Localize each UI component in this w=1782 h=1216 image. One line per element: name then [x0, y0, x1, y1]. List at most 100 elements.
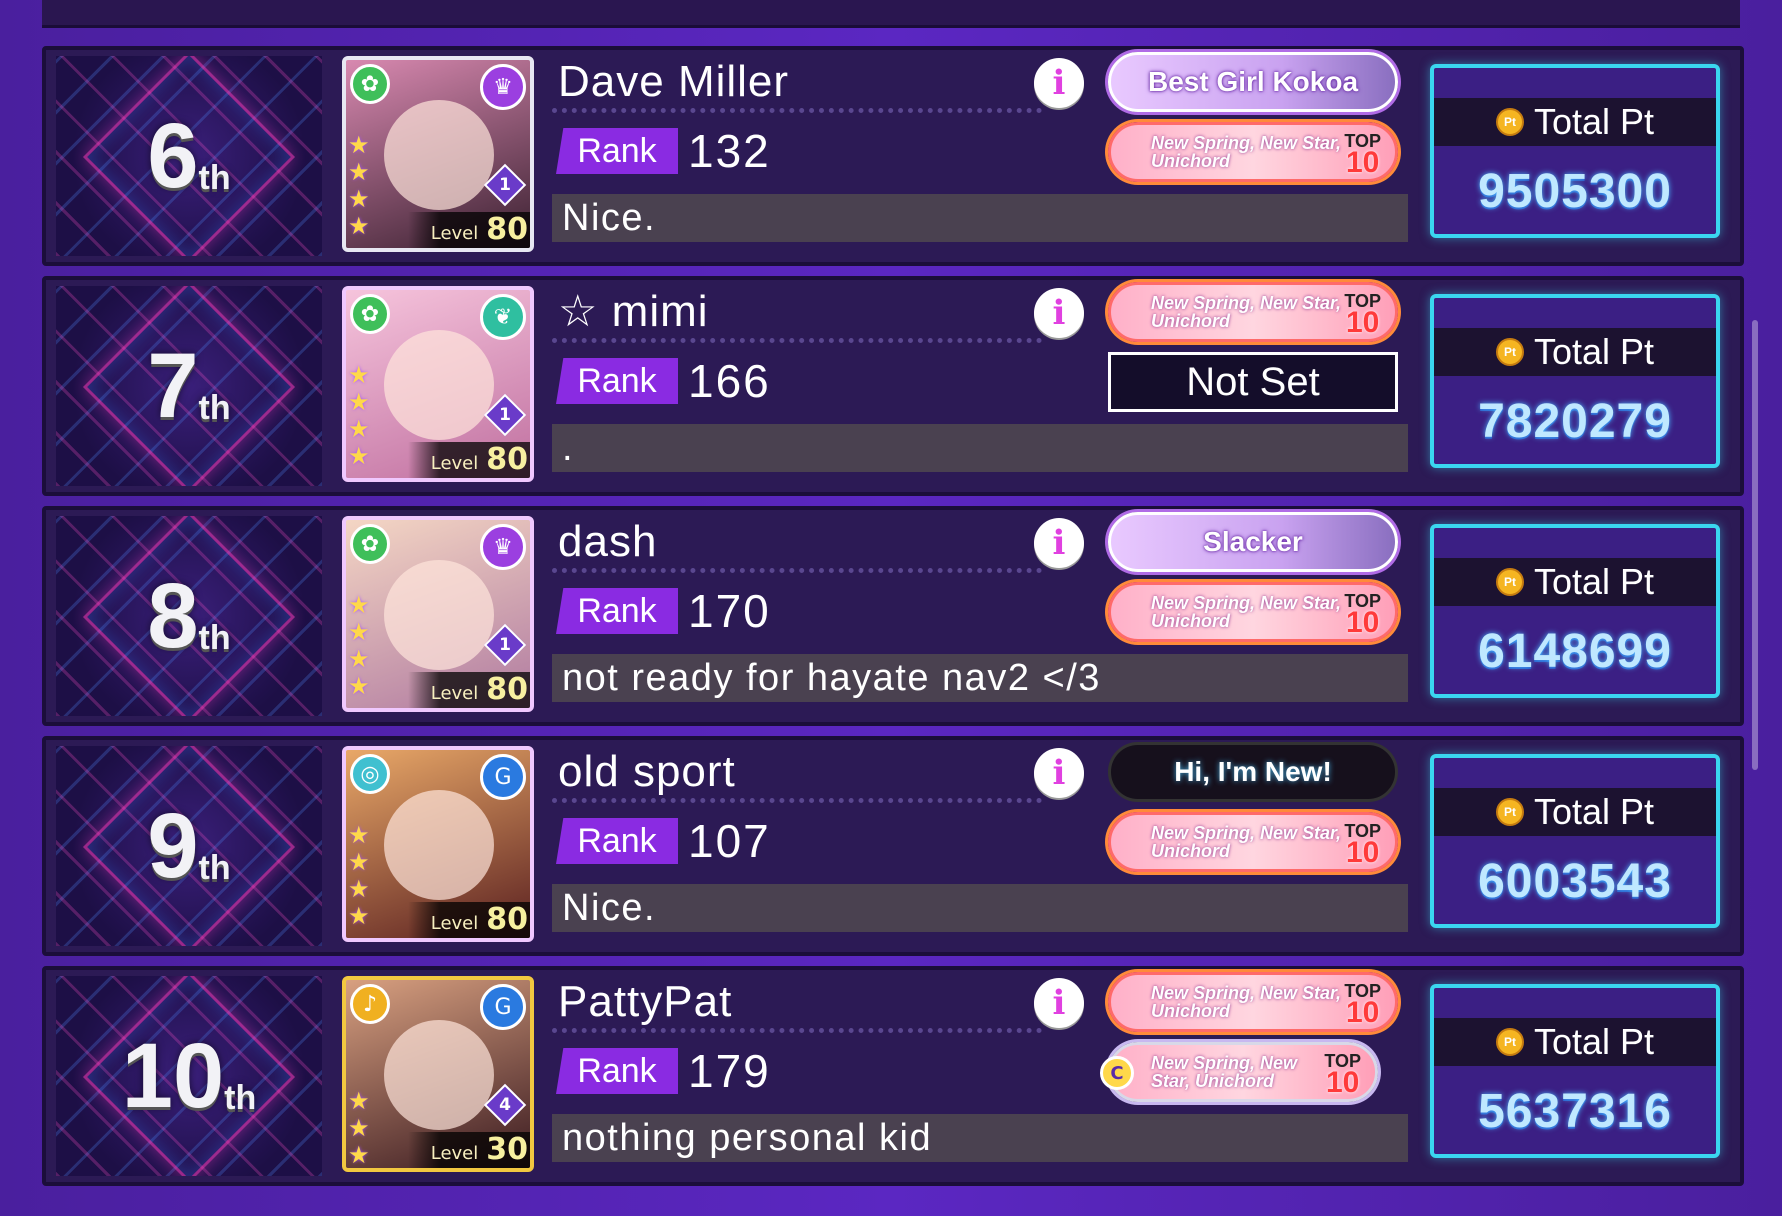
divider: [552, 1028, 1042, 1033]
star-icon: ★: [348, 442, 370, 470]
rarity-stars: ★ ★ ★ ★: [348, 132, 376, 240]
rank-position: 8 th: [56, 516, 322, 716]
rank-panel: 8 th: [56, 516, 322, 716]
title-text: Hi, I'm New!: [1174, 756, 1332, 787]
player-name: PattyPat: [558, 977, 733, 1026]
event-pt-coin-icon: Pt: [1495, 568, 1524, 596]
rank-label: Rank: [556, 1048, 678, 1094]
total-pt-label: Total Pt: [1533, 331, 1655, 372]
star-icon: ★: [348, 848, 370, 876]
rank-panel: 6 th: [56, 56, 322, 256]
player-comment: Nice.: [552, 884, 1408, 932]
info-icon[interactable]: i: [1034, 978, 1084, 1028]
level-label: Level: [430, 1143, 479, 1164]
total-pt-value: 9505300: [1478, 165, 1672, 218]
total-pt-value: 6003543: [1478, 855, 1672, 908]
band-icon: G: [480, 754, 526, 800]
player-comment: not ready for hayate nav2 </3: [552, 654, 1408, 702]
ranking-row[interactable]: 10 th ♪ G ★ ★ ★ 4 Level 30 PattyPat i Rank…: [42, 966, 1744, 1186]
character-portrait: [384, 1020, 494, 1130]
ranking-row[interactable]: 9 th ◎ G ★ ★ ★ ★ Level 80 old sport i Rank …: [42, 736, 1744, 956]
card-level: Level 80: [408, 442, 530, 478]
rank-place-number: 10: [121, 1024, 225, 1127]
ranking-row[interactable]: 7 th ✿ ❦ ★ ★ ★ ★ 1 Level 80 ☆ mimi i Rank 1…: [42, 276, 1744, 496]
event-title-badge: New Spring, New Star, Unichord TOP 10: [1108, 582, 1398, 642]
rank-label: Rank: [556, 128, 678, 174]
rank-place-suffix: th: [198, 158, 231, 197]
star-icon: ★: [348, 1114, 370, 1142]
star-icon: ★: [348, 875, 370, 903]
info-icon[interactable]: i: [1034, 748, 1084, 798]
attribute-icon: ♪: [350, 984, 390, 1024]
divider: [552, 108, 1042, 113]
training-level: 1: [499, 405, 511, 425]
title-slot-1: Best Girl Kokoa: [1108, 52, 1398, 112]
scrollbar[interactable]: [1752, 320, 1758, 770]
star-icon: ★: [348, 1141, 370, 1169]
info-icon[interactable]: i: [1034, 288, 1084, 338]
title-slot-1: Slacker: [1108, 512, 1398, 572]
rank-position: 9 th: [56, 746, 322, 946]
event-name: New Spring, New Star, Unichord: [1151, 293, 1342, 331]
member-card[interactable]: ◎ G ★ ★ ★ ★ Level 80: [342, 746, 534, 942]
training-level: 1: [499, 635, 511, 655]
star-icon: ★: [348, 415, 370, 443]
ranking-row[interactable]: 6 th ✿ ♛ ★ ★ ★ ★ 1 Level 80 Dave Miller i R…: [42, 46, 1744, 266]
level-value: 80: [486, 902, 528, 937]
title-text: Best Girl Kokoa: [1147, 66, 1359, 97]
rank-label: Rank: [556, 588, 678, 634]
player-name: dash: [558, 517, 658, 566]
attribute-icon: ✿: [350, 524, 390, 564]
title-badge-empty: Not Set: [1108, 352, 1398, 412]
star-icon: ★: [348, 131, 370, 159]
star-icon: ★: [348, 672, 370, 700]
training-level: 1: [499, 175, 511, 195]
player-rank: 132: [688, 125, 771, 177]
character-portrait: [384, 790, 494, 900]
title-slot-2: New Spring, New Star, Unichord TOP 10: [1108, 122, 1398, 182]
member-card[interactable]: ✿ ♛ ★ ★ ★ ★ 1 Level 80: [342, 56, 534, 252]
event-title-badge: New Spring, New Star, Unichord TOP 10: [1108, 282, 1398, 342]
title-slot-1: New Spring, New Star, Unichord TOP 10: [1108, 972, 1398, 1032]
event-title-badge: New Spring, New Star, Unichord TOP 10: [1108, 812, 1398, 872]
info-icon[interactable]: i: [1034, 518, 1084, 568]
player-rank: 107: [688, 815, 771, 867]
ranking-row[interactable]: 8 th ✿ ♛ ★ ★ ★ ★ 1 Level 80 dash i Rank 170…: [42, 506, 1744, 726]
player-name: Dave Miller: [558, 57, 790, 106]
star-icon: ★: [348, 1087, 370, 1115]
total-pt-value: 6148699: [1478, 625, 1672, 678]
rank-position: 7 th: [56, 286, 322, 486]
rank-label: Rank: [556, 818, 678, 864]
rank-place-suffix: th: [224, 1078, 257, 1117]
player-comment: .: [552, 424, 1408, 472]
total-pt-panel: Pt Total Pt 6148699: [1430, 524, 1720, 698]
star-icon: ★: [348, 821, 370, 849]
member-card[interactable]: ♪ G ★ ★ ★ 4 Level 30: [342, 976, 534, 1172]
total-pt-value: 5637316: [1478, 1085, 1672, 1138]
title-slot-1: Hi, I'm New!: [1108, 742, 1398, 802]
star-icon: ★: [348, 158, 370, 186]
title-slot-2: Not Set: [1108, 352, 1398, 412]
attribute-icon: ✿: [350, 294, 390, 334]
rank-position: 6 th: [56, 56, 322, 256]
level-value: 30: [486, 1132, 528, 1167]
event-name: New Spring, New Star, Unichord: [1151, 133, 1342, 171]
member-card[interactable]: ✿ ❦ ★ ★ ★ ★ 1 Level 80: [342, 286, 534, 482]
title-text: Slacker: [1203, 526, 1303, 557]
band-icon: ♛: [480, 524, 526, 570]
rank-panel: 7 th: [56, 286, 322, 486]
player-name: ☆ mimi: [558, 287, 709, 336]
level-label: Level: [430, 913, 479, 934]
attribute-icon: ◎: [350, 754, 390, 794]
rank-position: 10 th: [56, 976, 322, 1176]
rarity-stars: ★ ★ ★ ★: [348, 362, 376, 470]
star-icon: ★: [348, 591, 370, 619]
member-card[interactable]: ✿ ♛ ★ ★ ★ ★ 1 Level 80: [342, 516, 534, 712]
total-pt-label: Total Pt: [1533, 1021, 1655, 1062]
info-icon[interactable]: i: [1034, 58, 1084, 108]
title-slot-2: New Spring, New Star, Unichord TOP 10: [1108, 812, 1398, 872]
star-icon: ★: [348, 902, 370, 930]
rarity-stars: ★ ★ ★: [348, 1088, 376, 1169]
rank-place-number: 8: [147, 564, 199, 667]
card-level: Level 80: [408, 902, 530, 938]
